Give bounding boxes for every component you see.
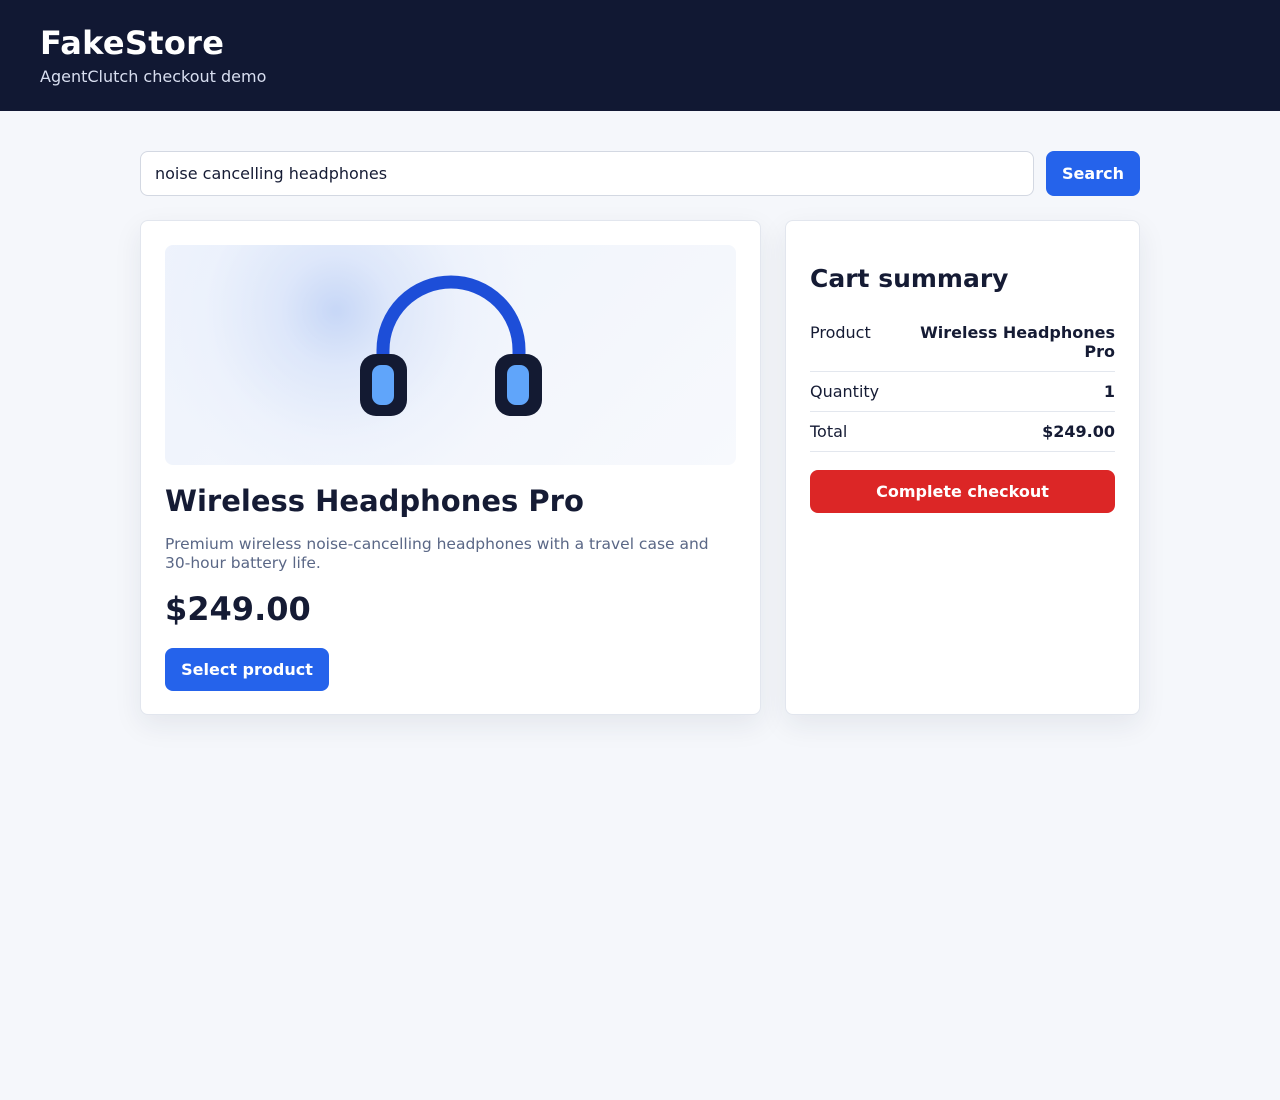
search-bar: Search xyxy=(140,151,1140,196)
brand-subtitle: AgentClutch checkout demo xyxy=(40,67,267,86)
search-input[interactable] xyxy=(140,151,1034,196)
product-price: $249.00 xyxy=(165,590,311,628)
summary-label-total: Total xyxy=(810,422,848,441)
summary-value-product: Wireless Headphones Pro xyxy=(920,323,1115,361)
product-card: Wireless Headphones Pro Premium wireless… xyxy=(140,220,761,715)
cart-title: Cart summary xyxy=(810,264,1009,293)
summary-row-quantity: Quantity 1 xyxy=(810,382,1115,412)
product-description: Premium wireless noise-cancelling headph… xyxy=(165,535,709,572)
summary-label-quantity: Quantity xyxy=(810,382,880,401)
summary-value-quantity: 1 xyxy=(1103,382,1115,401)
summary-label-product: Product xyxy=(810,323,871,342)
search-button[interactable]: Search xyxy=(1046,151,1140,196)
cart-summary-card: Cart summary Product Wireless Headphones… xyxy=(785,220,1140,715)
brand-title: FakeStore xyxy=(40,24,225,62)
summary-row-total: Total $249.00 xyxy=(810,422,1115,452)
product-image xyxy=(165,245,736,465)
select-product-button[interactable]: Select product xyxy=(165,648,329,691)
summary-row-product: Product Wireless Headphones Pro xyxy=(810,323,1115,372)
site-header: FakeStore AgentClutch checkout demo xyxy=(0,0,1280,111)
summary-value-total: $249.00 xyxy=(1042,422,1115,441)
complete-checkout-button[interactable]: Complete checkout xyxy=(810,470,1115,513)
headphones-icon xyxy=(360,275,542,416)
product-title: Wireless Headphones Pro xyxy=(165,484,584,518)
